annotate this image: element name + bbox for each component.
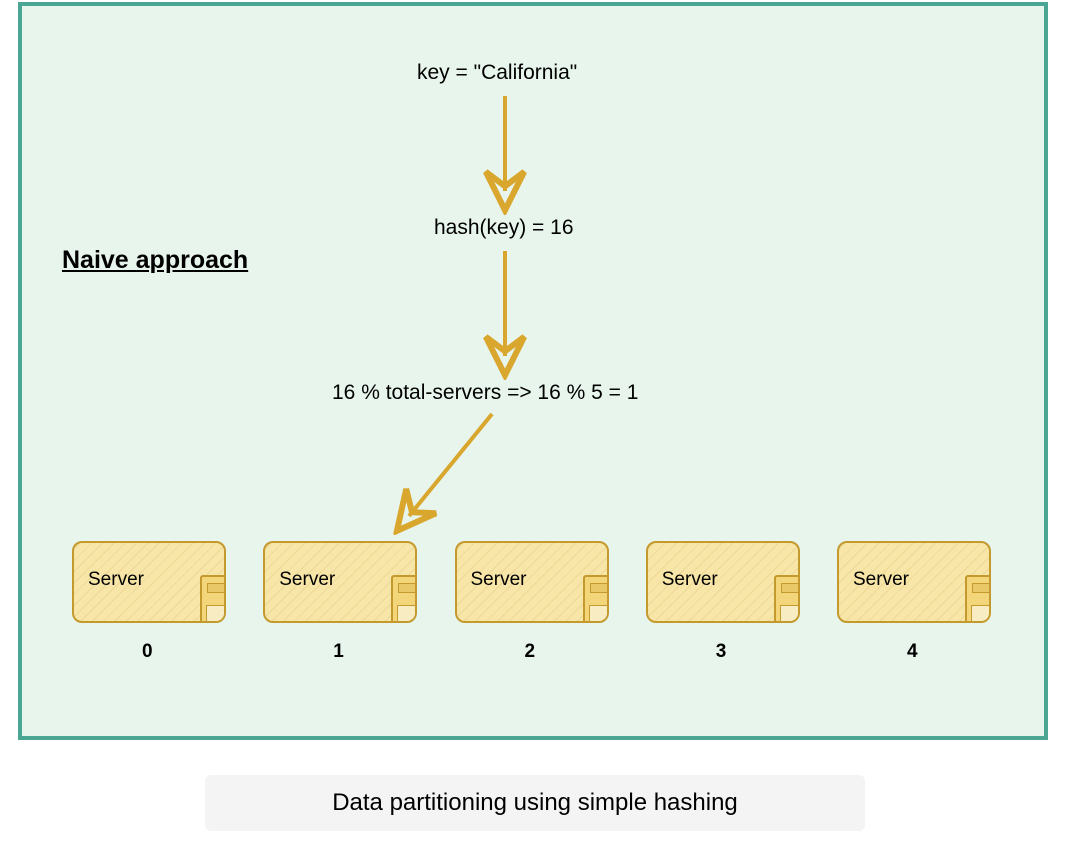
server-tower-icon (965, 575, 991, 623)
server-tower-icon (200, 575, 226, 623)
step-mod: 16 % total-servers => 16 % 5 = 1 (332, 381, 638, 405)
server-index: 3 (716, 641, 727, 663)
server-tower-icon (774, 575, 800, 623)
server-1: Server 1 (263, 541, 428, 623)
server-4: Server 4 (837, 541, 1002, 623)
server-label: Server (471, 569, 527, 591)
step-hash: hash(key) = 16 (434, 216, 574, 240)
caption-box: Data partitioning using simple hashing (205, 775, 865, 831)
server-box: Server (455, 541, 609, 623)
arrows-svg (22, 6, 1052, 744)
diagram-frame: Naive approach key = "California" hash(k… (18, 2, 1048, 740)
server-box: Server (646, 541, 800, 623)
server-tower-icon (391, 575, 417, 623)
server-3: Server 3 (646, 541, 811, 623)
server-tower-icon (583, 575, 609, 623)
server-row: Server 0 Server 1 Server 2 Server 3 (72, 541, 1002, 623)
server-label: Server (662, 569, 718, 591)
server-index: 1 (333, 641, 344, 663)
server-index: 4 (907, 641, 918, 663)
server-box: Server (837, 541, 991, 623)
server-label: Server (88, 569, 144, 591)
server-box: Server (263, 541, 417, 623)
caption-text: Data partitioning using simple hashing (332, 789, 738, 817)
server-box: Server (72, 541, 226, 623)
server-label: Server (279, 569, 335, 591)
approach-title: Naive approach (62, 246, 248, 275)
server-index: 0 (142, 641, 153, 663)
server-0: Server 0 (72, 541, 237, 623)
server-label: Server (853, 569, 909, 591)
step-key: key = "California" (417, 61, 577, 85)
server-2: Server 2 (455, 541, 620, 623)
server-index: 2 (525, 641, 536, 663)
